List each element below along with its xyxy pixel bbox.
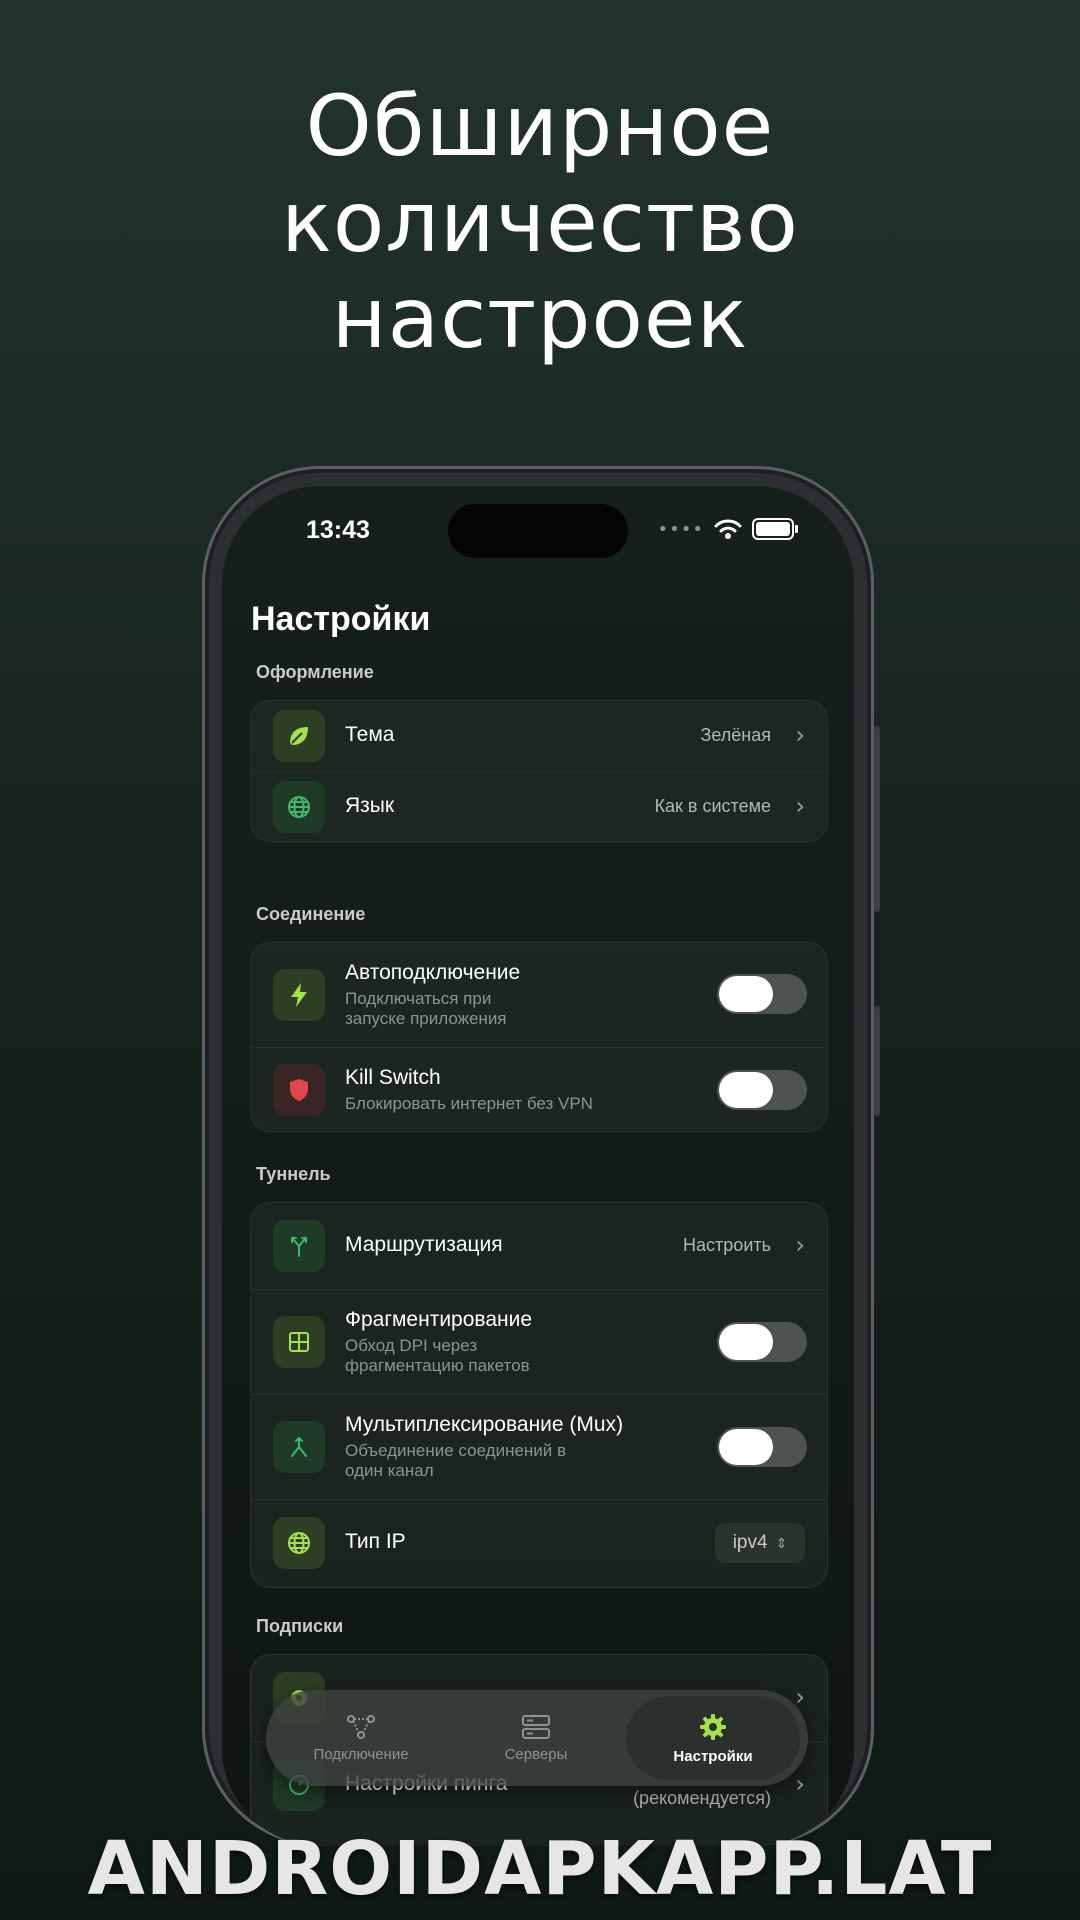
globe-icon [273,1517,325,1569]
chevron-right-icon: › [795,792,805,820]
chevron-right-icon: › [795,721,805,749]
watermark: ANDROIDAPKAPP.LAT [87,1826,993,1912]
setting-row-ip-type: Тип IP ipv4 ⇕ [251,1499,827,1586]
status-icons: •••• [657,518,798,540]
setting-row-mux: Мультиплексирование (Mux) Объединение со… [251,1394,827,1499]
ip-type-value: ipv4 [732,1532,768,1553]
merge-icon [273,1421,325,1473]
fragmentation-label: Фрагментирование [345,1308,533,1331]
headline-line-2: количество [281,173,799,271]
killswitch-toggle[interactable] [717,1070,807,1110]
tab-servers-label: Серверы [504,1745,568,1763]
headline: Обширное количество настроек [0,78,1080,366]
headline-line-1: Обширное [305,77,775,175]
battery-icon [752,518,798,540]
mux-toggle[interactable] [717,1427,807,1467]
setting-row-language[interactable]: Язык Как в системе › [251,771,827,841]
side-button [874,726,880,912]
grid-icon [273,1316,325,1368]
setting-row-killswitch: Kill Switch Блокировать интернет без VPN [251,1047,827,1131]
headline-line-3: настроек [331,269,749,367]
section-label-connection: Соединение [256,904,366,924]
setting-row-autoconnect: Автоподключение Подключаться при запуске… [251,943,827,1047]
servers-icon [522,1714,550,1739]
routing-label: Маршрутизация [345,1233,503,1256]
setting-row-routing[interactable]: Маршрутизация Настроить › [251,1203,827,1289]
section-label-subscriptions: Подписки [256,1616,344,1636]
shield-icon [273,1064,325,1116]
leaf-icon [273,710,325,762]
route-split-icon [273,1220,325,1272]
fragmentation-description-line-2: фрагментацию пакетов [345,1356,530,1375]
mux-label: Мультиплексирование (Mux) [345,1413,624,1436]
setting-row-theme[interactable]: Тема Зелёная › [251,701,827,771]
autoconnect-description-line-1: Подключаться при [345,989,492,1008]
dynamic-island [448,504,628,558]
tab-settings-label: Настройки [673,1747,753,1765]
page-title: Настройки [251,600,431,638]
mux-description: Объединение соединений в один канал [345,1441,625,1481]
ip-type-label: Тип IP [345,1530,406,1553]
fragmentation-description-line-1: Обход DPI через [345,1336,478,1355]
theme-value: Зелёная [700,725,772,745]
phone-screen: 13:43 •••• Настройки Оформление Тема Зел… [222,486,854,1846]
fragmentation-description: Обход DPI через фрагментацию пакетов [345,1336,615,1376]
status-time: 13:43 [306,516,370,544]
autoconnect-label: Автоподключение [345,961,521,984]
globe-icon [273,781,325,833]
chevron-right-icon: › [795,1231,805,1259]
chevron-updown-icon: ⇕ [775,1534,788,1551]
routing-value: Настроить [683,1235,771,1255]
side-button [874,1006,880,1116]
connection-card: Автоподключение Подключаться при запуске… [250,942,828,1132]
killswitch-label: Kill Switch [345,1066,441,1089]
wifi-icon [714,519,742,539]
section-label-appearance: Оформление [256,662,374,682]
tunnel-card: Маршрутизация Настроить › Фрагментирован… [250,1202,828,1588]
tab-servers[interactable]: Серверы [461,1690,611,1786]
mux-description-line-1: Объединение соединений в [345,1441,567,1460]
appearance-card: Тема Зелёная › Язык Как в системе › [250,700,828,842]
autoconnect-description-line-2: запуске приложения [345,1009,507,1028]
ping-settings-value: (рекомендуется) [633,1788,771,1808]
tab-bar: Подключение Серверы Настройки [266,1690,808,1786]
connection-nodes-icon [347,1714,375,1739]
chevron-right-icon: › [795,1770,805,1798]
tab-settings[interactable]: Настройки [626,1696,800,1780]
fragmentation-toggle[interactable] [717,1322,807,1362]
bolt-icon [273,969,325,1021]
signal-dots-icon: •••• [657,518,704,540]
killswitch-description: Блокировать интернет без VPN [345,1094,593,1113]
section-label-tunnel: Туннель [256,1164,331,1184]
mux-description-line-2: один канал [345,1461,434,1480]
theme-label: Тема [345,723,395,746]
autoconnect-toggle[interactable] [717,974,807,1014]
language-label: Язык [345,794,395,817]
autoconnect-description: Подключаться при запуске приложения [345,989,615,1029]
gear-icon [700,1713,726,1740]
language-value: Как в системе [654,796,771,816]
setting-row-fragmentation: Фрагментирование Обход DPI через фрагмен… [251,1289,827,1394]
ip-type-select[interactable]: ipv4 ⇕ [715,1523,805,1563]
tab-connection-label: Подключение [313,1745,409,1763]
tab-connection[interactable]: Подключение [286,1690,436,1786]
